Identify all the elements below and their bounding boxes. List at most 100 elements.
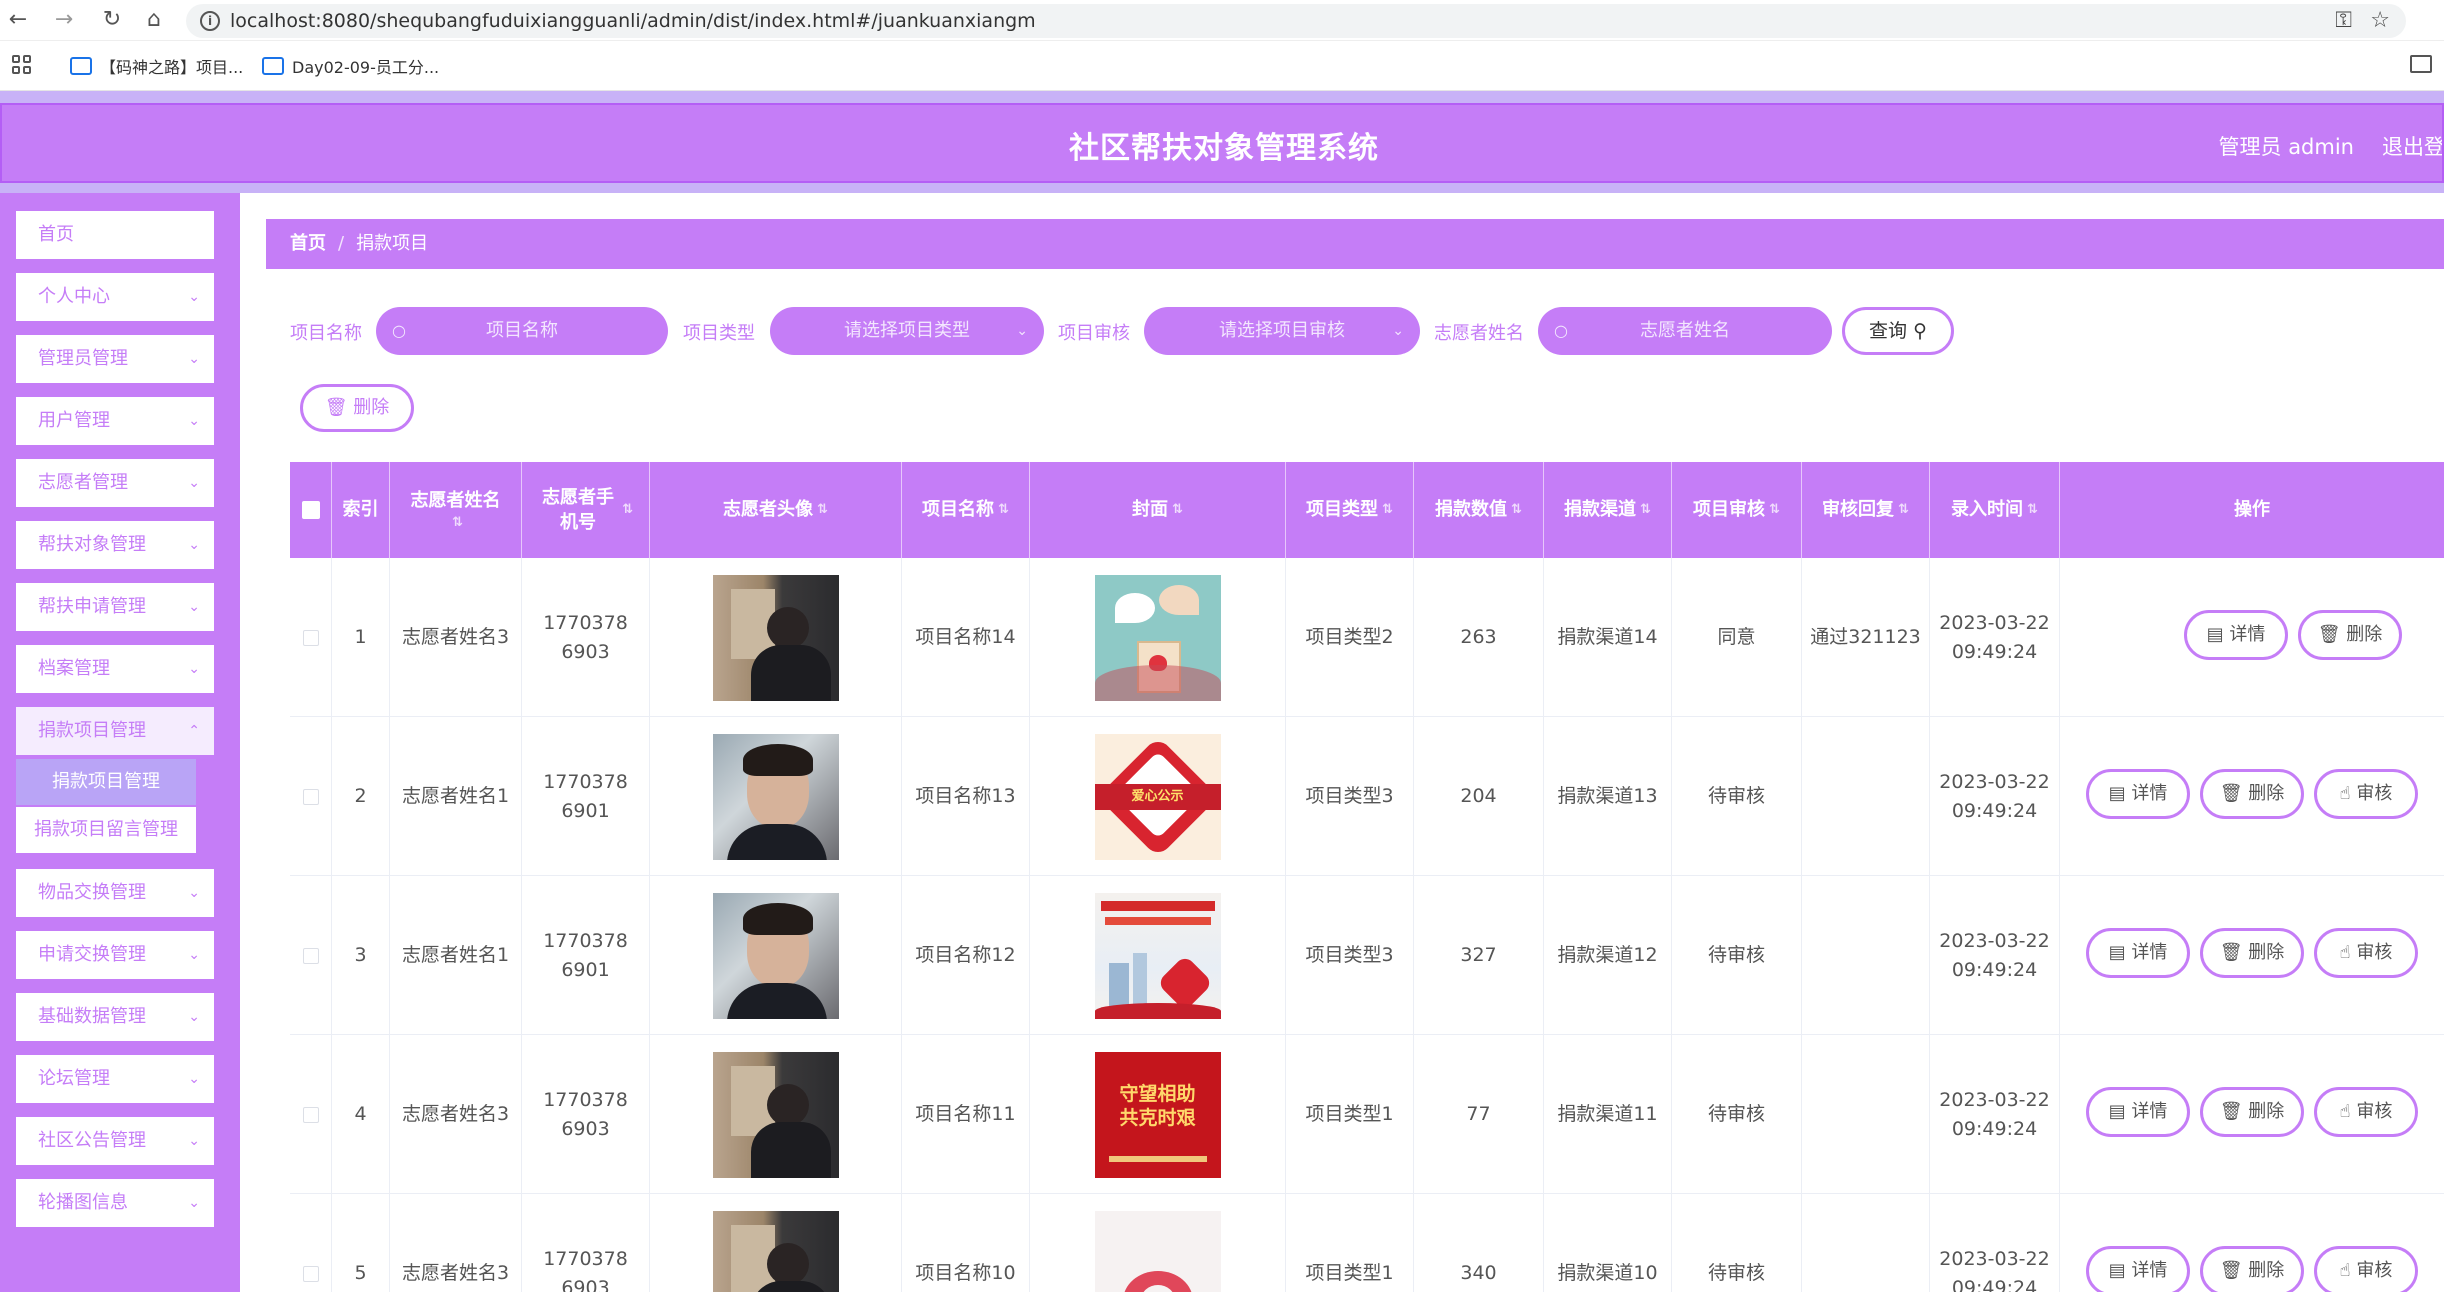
col-project-type[interactable]: 项目类型 ⇅	[1286, 462, 1414, 558]
cell-type: 项目类型2	[1286, 558, 1414, 717]
sidebar-item-donation-projects[interactable]: 捐款项目管理 ⌃	[16, 707, 214, 755]
chevron-down-icon: ⌄	[188, 1071, 200, 1087]
cell-channel: 捐款渠道10	[1544, 1194, 1672, 1292]
col-audit[interactable]: 项目审核 ⇅	[1672, 462, 1802, 558]
time-text: 09:49:24	[1951, 640, 2038, 663]
detail-button[interactable]: ▤ 详情	[2086, 928, 2190, 978]
folder-icon[interactable]	[2410, 55, 2432, 73]
sidebar-item-beneficiaries[interactable]: 帮扶对象管理 ⌄	[16, 521, 214, 569]
cell-reply	[1802, 1035, 1930, 1194]
sidebar-item-home[interactable]: 首页	[16, 211, 214, 259]
detail-button[interactable]: ▤ 详情	[2086, 1087, 2190, 1137]
sidebar-item-label: 论坛管理	[38, 1068, 110, 1089]
forward-icon[interactable]: →	[50, 6, 78, 34]
sidebar-item-label: 首页	[38, 224, 74, 245]
sort-icon: ⇅	[2027, 501, 2038, 517]
hand-pointer-icon: ☝	[2339, 1101, 2351, 1122]
back-icon[interactable]: ←	[4, 6, 32, 34]
col-created-at[interactable]: 录入时间 ⇅	[1930, 462, 2060, 558]
delete-button[interactable]: 🗑 删除	[2200, 1246, 2304, 1292]
button-label: 详情	[2229, 624, 2266, 645]
site-info-icon[interactable]: i	[200, 11, 220, 31]
col-volunteer-name[interactable]: 志愿者姓名 ⇅	[390, 462, 522, 558]
delete-button[interactable]: 🗑 删除	[2200, 1087, 2304, 1137]
sidebar-item-base-data[interactable]: 基础数据管理 ⌄	[16, 993, 214, 1041]
document-icon: ▤	[2108, 942, 2126, 963]
sidebar-item-carousel[interactable]: 轮播图信息 ⌄	[16, 1179, 214, 1227]
submenu-donation-projects[interactable]: 捐款项目管理	[16, 759, 196, 805]
volunteer-name-input[interactable]: ○ 志愿者姓名	[1538, 307, 1832, 355]
detail-button[interactable]: ▤ 详情	[2184, 610, 2288, 660]
bookmark-star-icon[interactable]: ☆	[2370, 8, 2390, 33]
col-channel[interactable]: 捐款渠道 ⇅	[1544, 462, 1672, 558]
col-cover[interactable]: 封面 ⇅	[1030, 462, 1286, 558]
audit-button[interactable]: ☝ 审核	[2314, 1087, 2418, 1137]
cover-image-donation-box	[1094, 574, 1221, 701]
query-button[interactable]: 查询 ⚲	[1842, 307, 1954, 355]
sidebar-item-announcements[interactable]: 社区公告管理 ⌄	[16, 1117, 214, 1165]
delete-button[interactable]: 🗑 删除	[2200, 769, 2304, 819]
col-reply[interactable]: 审核回复 ⇅	[1802, 462, 1930, 558]
bookmark-item[interactable]: Day02-09-员工分...	[262, 54, 439, 78]
sidebar-item-profile[interactable]: 个人中心 ⌄	[16, 273, 214, 321]
cell-cover: 爱心公示	[1030, 717, 1286, 876]
apps-grid-icon[interactable]	[12, 55, 32, 75]
cell-audit: 待审核	[1672, 1035, 1802, 1194]
cell-index: 4	[332, 1035, 390, 1194]
sidebar-item-label: 基础数据管理	[38, 1006, 146, 1027]
audit-button[interactable]: ☝ 审核	[2314, 928, 2418, 978]
batch-delete-button[interactable]: 🗑 删除	[300, 384, 414, 432]
project-name-input[interactable]: ○ 项目名称	[376, 307, 668, 355]
project-audit-select[interactable]: 请选择项目审核 ⌄	[1144, 307, 1420, 355]
row-checkbox[interactable]	[302, 629, 319, 646]
breadcrumb-home[interactable]: 首页	[290, 233, 326, 254]
password-key-icon[interactable]: ⚿	[2335, 8, 2352, 33]
col-volunteer-phone[interactable]: 志愿者手机号 ⇅	[522, 462, 650, 558]
sidebar-item-aid-requests[interactable]: 帮扶申请管理 ⌄	[16, 583, 214, 631]
audit-button[interactable]: ☝ 审核	[2314, 1246, 2418, 1292]
sidebar-item-item-exchange[interactable]: 物品交换管理 ⌄	[16, 869, 214, 917]
sidebar-item-admins[interactable]: 管理员管理 ⌄	[16, 335, 214, 383]
chevron-down-icon: ⌄	[188, 537, 200, 553]
row-checkbox[interactable]	[302, 788, 319, 805]
row-checkbox[interactable]	[302, 1106, 319, 1123]
row-checkbox-cell	[290, 1194, 332, 1292]
bookmark-item[interactable]: 【码神之路】项目...	[70, 54, 243, 78]
col-amount[interactable]: 捐款数值 ⇅	[1414, 462, 1544, 558]
sidebar-item-exchange-requests[interactable]: 申请交换管理 ⌄	[16, 931, 214, 979]
row-checkbox-cell	[290, 717, 332, 876]
submenu-donation-comments[interactable]: 捐款项目留言管理	[16, 807, 196, 853]
cell-index: 2	[332, 717, 390, 876]
address-bar[interactable]: i localhost:8080/shequbangfuduixiangguan…	[186, 4, 2406, 38]
select-all-checkbox[interactable]	[301, 501, 320, 519]
sidebar-item-label: 社区公告管理	[38, 1130, 146, 1151]
chevron-down-icon: ⌄	[188, 351, 200, 367]
row-checkbox[interactable]	[302, 1265, 319, 1282]
project-type-select[interactable]: 请选择项目类型 ⌄	[770, 307, 1044, 355]
document-icon: ▤	[2108, 1101, 2126, 1122]
delete-button[interactable]: 🗑 删除	[2200, 928, 2304, 978]
trash-icon: 🗑	[2219, 1101, 2243, 1122]
app-title: 社区帮扶对象管理系统	[1069, 131, 1379, 166]
home-icon[interactable]: ⌂	[140, 6, 168, 34]
detail-button[interactable]: ▤ 详情	[2086, 1246, 2190, 1292]
sidebar-item-volunteers[interactable]: 志愿者管理 ⌄	[16, 459, 214, 507]
document-icon: ▤	[2206, 624, 2224, 645]
row-checkbox[interactable]	[302, 947, 319, 964]
detail-button[interactable]: ▤ 详情	[2086, 769, 2190, 819]
hand-pointer-icon: ☝	[2339, 942, 2351, 963]
reload-icon[interactable]: ↻	[98, 6, 126, 34]
button-label: 审核	[2356, 942, 2393, 963]
col-project-name[interactable]: 项目名称 ⇅	[902, 462, 1030, 558]
col-volunteer-avatar[interactable]: 志愿者头像 ⇅	[650, 462, 902, 558]
logout-link[interactable]: 退出登录	[2382, 131, 2442, 161]
trash-icon: 🗑	[324, 397, 348, 418]
sidebar: 首页 个人中心 ⌄ 管理员管理 ⌄ 用户管理 ⌄ 志愿者管理 ⌄ 帮扶对象管理 ⌄ 帮扶申…	[0, 193, 240, 1292]
audit-button[interactable]: ☝ 审核	[2314, 769, 2418, 819]
delete-button[interactable]: 🗑 删除	[2298, 610, 2402, 660]
cell-created-at: 2023-03-22 09:49:24	[1930, 1194, 2060, 1292]
sidebar-item-archives[interactable]: 档案管理 ⌄	[16, 645, 214, 693]
header-stripe-bottom	[0, 183, 2444, 193]
sidebar-item-users[interactable]: 用户管理 ⌄	[16, 397, 214, 445]
sidebar-item-forum[interactable]: 论坛管理 ⌄	[16, 1055, 214, 1103]
